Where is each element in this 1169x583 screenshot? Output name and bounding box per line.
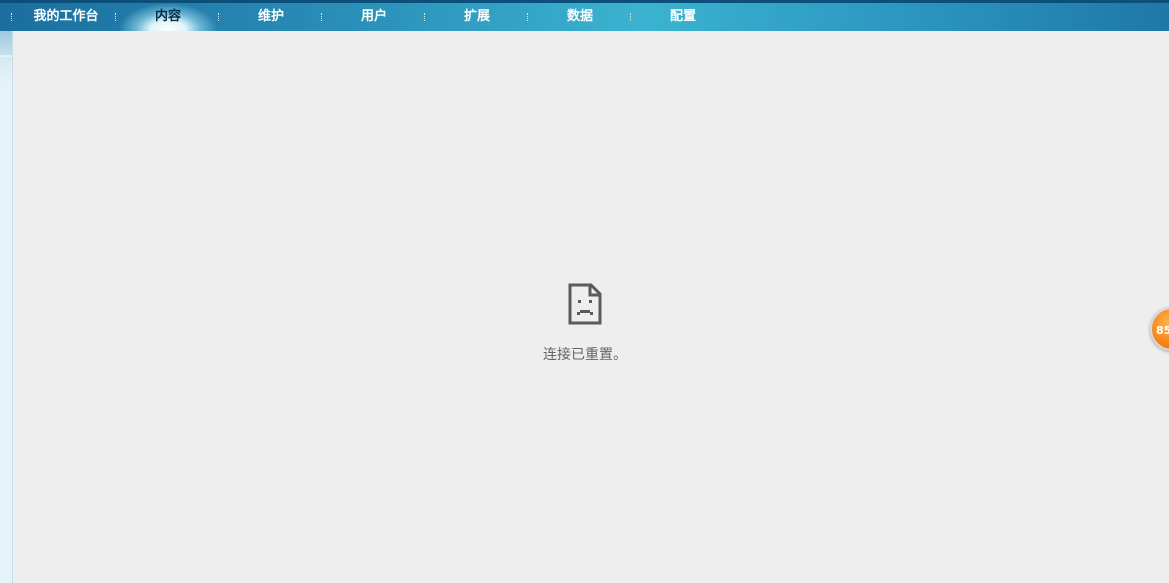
nav-item-maintenance[interactable]: 维护 (221, 3, 321, 31)
nav-item-content[interactable]: 内容 (118, 3, 218, 31)
nav-separator (11, 13, 14, 21)
sidebar-tab-2[interactable] (0, 57, 12, 85)
sad-document-icon (568, 283, 602, 325)
nav-item-workbench[interactable]: 我的工作台 (22, 3, 110, 31)
sidebar-tab-1[interactable] (0, 31, 12, 55)
nav-item-data[interactable]: 数据 (530, 3, 630, 31)
floating-badge[interactable]: 85 (1150, 307, 1169, 351)
connection-error-panel: 连接已重置。 (500, 282, 670, 364)
nav-item-extensions[interactable]: 扩展 (427, 3, 527, 31)
left-sidebar-strip (0, 31, 13, 583)
nav-item-users[interactable]: 用户 (324, 3, 424, 31)
error-message: 连接已重置。 (543, 347, 627, 363)
nav-item-config[interactable]: 配置 (633, 3, 733, 31)
top-navigation-bar: 我的工作台 内容 维护 用户 扩展 数据 配置 (0, 0, 1169, 31)
